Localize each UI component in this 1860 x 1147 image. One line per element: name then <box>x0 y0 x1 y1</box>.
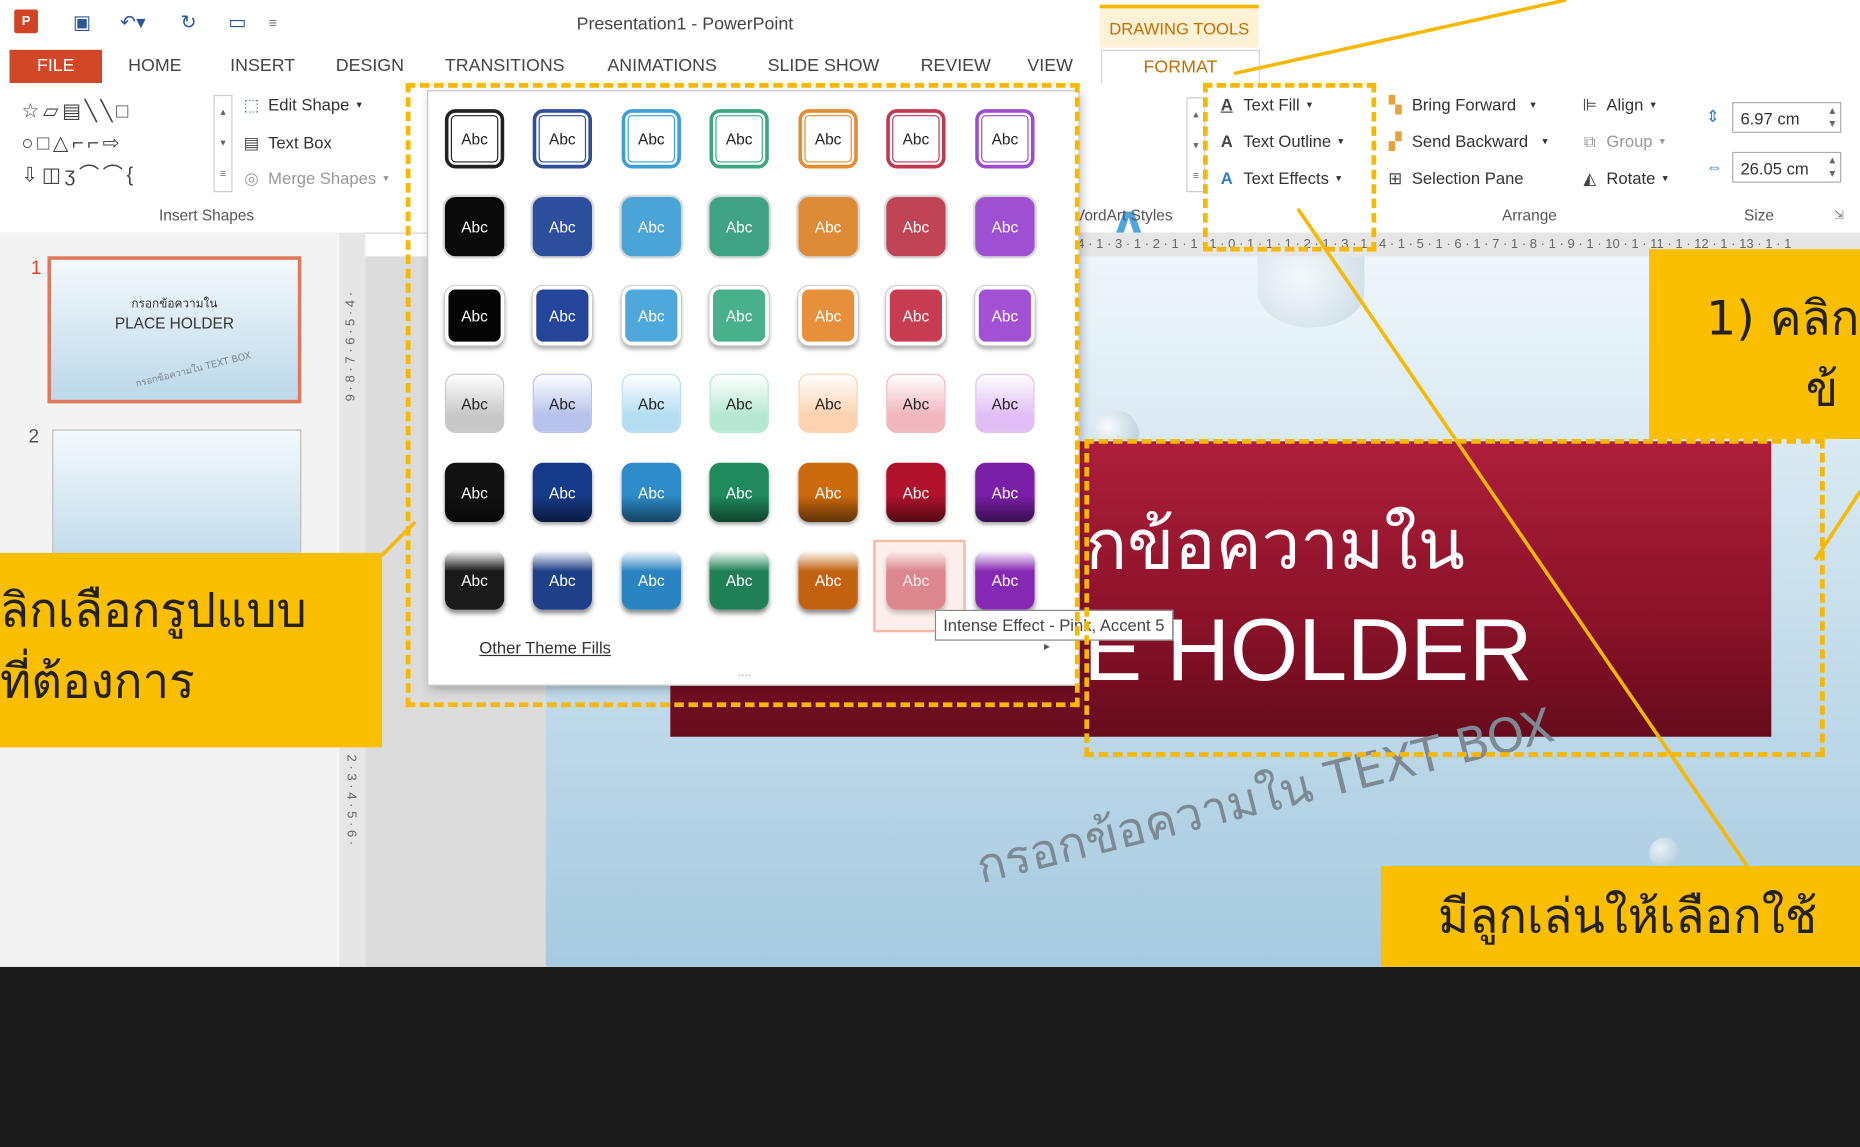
powerpoint-window: P ▣ ↶▾ ↻ ▭ ≡ Presentation1 - PowerPoint … <box>0 0 1860 967</box>
callout-select-style: ลิกเลือกรูปแบบ ที่ต้องการ <box>0 552 383 748</box>
callout-click-step-line1: 1) คลิก <box>1706 291 1860 347</box>
callout-click-step-line2: ข้ <box>1805 363 1839 418</box>
callout-select-style-line2: ที่ต้องการ <box>0 654 195 710</box>
connector-left <box>380 520 417 557</box>
callout-many-options-text: มีลูกเล่นให้เลือกใช้ <box>1437 889 1818 945</box>
connector-top <box>1233 0 1567 76</box>
callout-select-style-line1: ลิกเลือกรูปแบบ <box>0 583 307 639</box>
annotation-connectors <box>380 0 1860 870</box>
callout-click-step: 1) คลิก ข้ <box>1649 249 1860 439</box>
annotated-screenshot: P ▣ ↶▾ ↻ ▭ ≡ Presentation1 - PowerPoint … <box>0 0 1860 1147</box>
connector-right <box>1813 490 1860 561</box>
callout-many-options: มีลูกเล่นให้เลือกใช้ <box>1380 866 1860 967</box>
